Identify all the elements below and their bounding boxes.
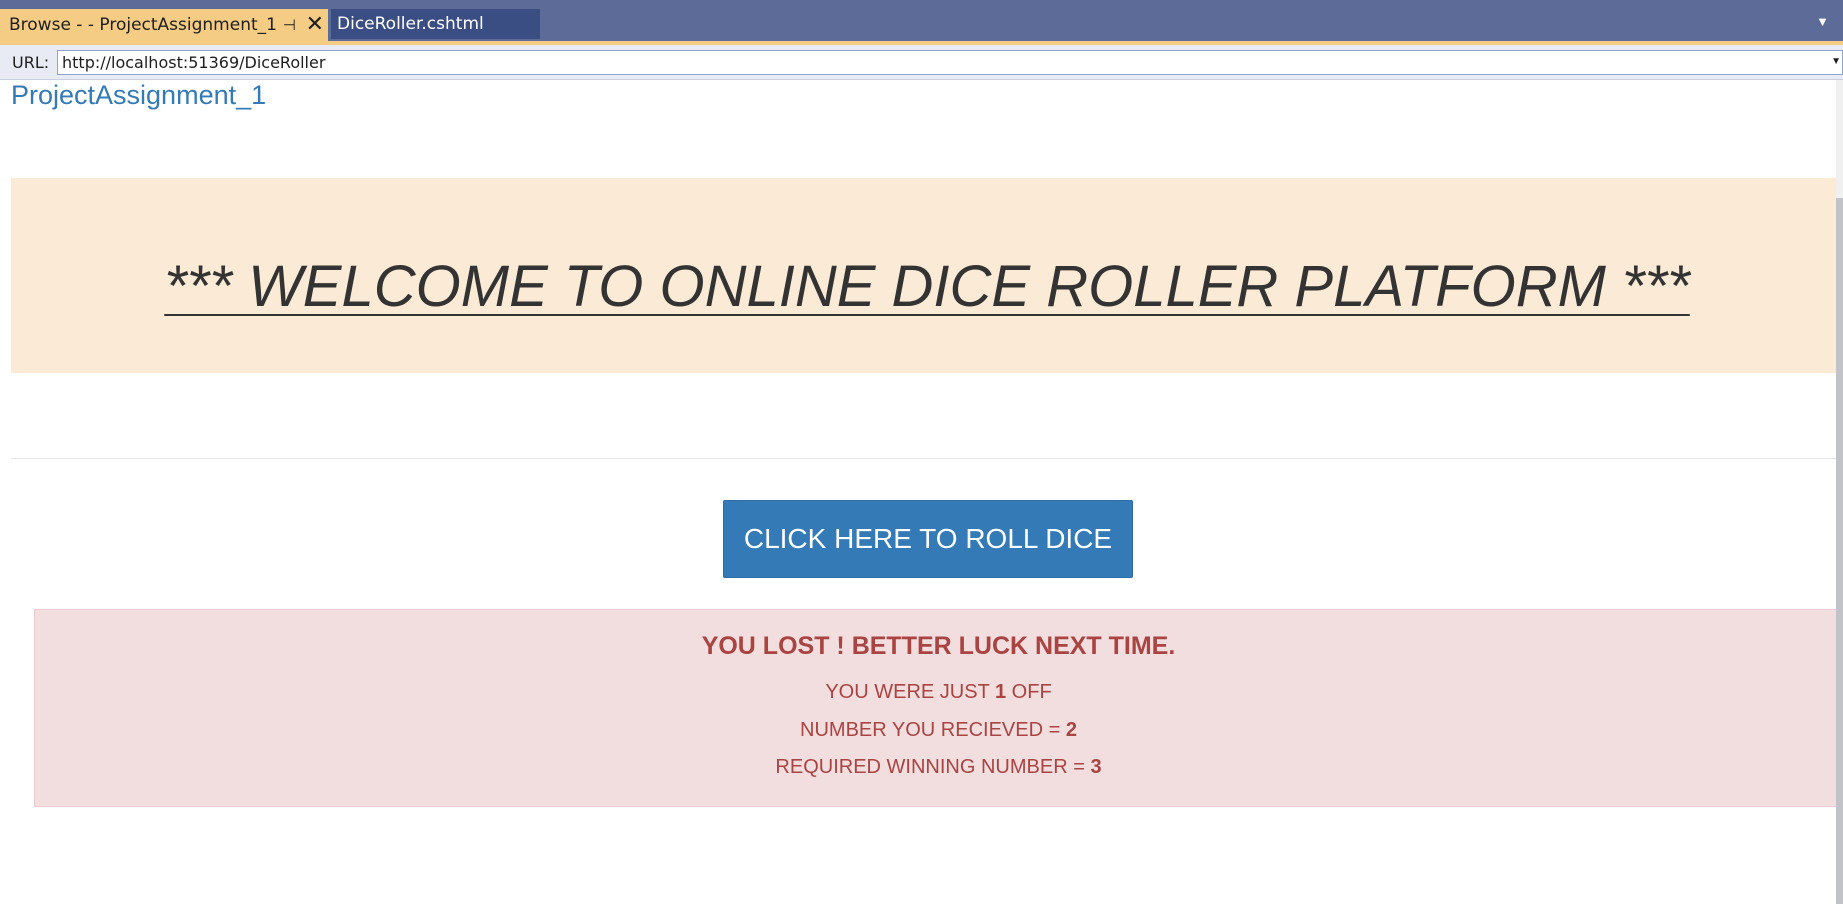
pin-icon[interactable]: ⊣ [277,16,302,34]
vertical-scrollbar[interactable] [1836,80,1843,904]
welcome-banner: *** WELCOME TO ONLINE DICE ROLLER PLATFO… [11,178,1843,373]
url-dropdown-icon[interactable]: ▼ [1831,56,1841,67]
roll-dice-button[interactable]: CLICK HERE TO ROLL DICE [723,500,1133,578]
received-number-line: NUMBER YOU RECIEVED = 2 [35,719,1842,742]
winning-number-line: REQUIRED WINNING NUMBER = 3 [35,756,1842,779]
url-bar: URL: ▼ [0,45,1843,80]
site-brand-link[interactable]: ProjectAssignment_1 [11,80,266,111]
tab-browse-projectassignment[interactable]: Browse - - ProjectAssignment_1 ⊣ ✕ [0,9,328,41]
off-by-value: 1 [994,681,1007,703]
tab-label: DiceRoller.cshtml [337,14,484,34]
winning-number-value: 3 [1090,756,1102,778]
document-tab-strip: Browse - - ProjectAssignment_1 ⊣ ✕ DiceR… [0,0,1843,41]
scrollbar-thumb[interactable] [1836,198,1843,904]
result-title: YOU LOST ! BETTER LUCK NEXT TIME. [701,632,1176,660]
url-label: URL: [12,53,50,72]
off-by-suffix: OFF [1006,681,1052,703]
received-number-value: 2 [1065,719,1077,741]
result-alert: YOU LOST ! BETTER LUCK NEXT TIME. YOU WE… [34,609,1843,807]
off-by-line: YOU WERE JUST 1 OFF [35,681,1842,704]
tab-diceroller-cshtml[interactable]: DiceRoller.cshtml [331,9,540,39]
received-number-label: NUMBER YOU RECIEVED = [800,719,1066,741]
welcome-heading: *** WELCOME TO ONLINE DICE ROLLER PLATFO… [164,254,1690,319]
divider [11,458,1843,459]
tab-label: Browse - - ProjectAssignment_1 [9,15,277,35]
off-by-prefix: YOU WERE JUST [825,681,995,703]
close-icon[interactable]: ✕ [302,14,328,36]
winning-number-label: REQUIRED WINNING NUMBER = [775,756,1091,778]
tab-overflow-icon[interactable]: ▼ [1816,14,1829,29]
url-input[interactable] [57,50,1843,75]
